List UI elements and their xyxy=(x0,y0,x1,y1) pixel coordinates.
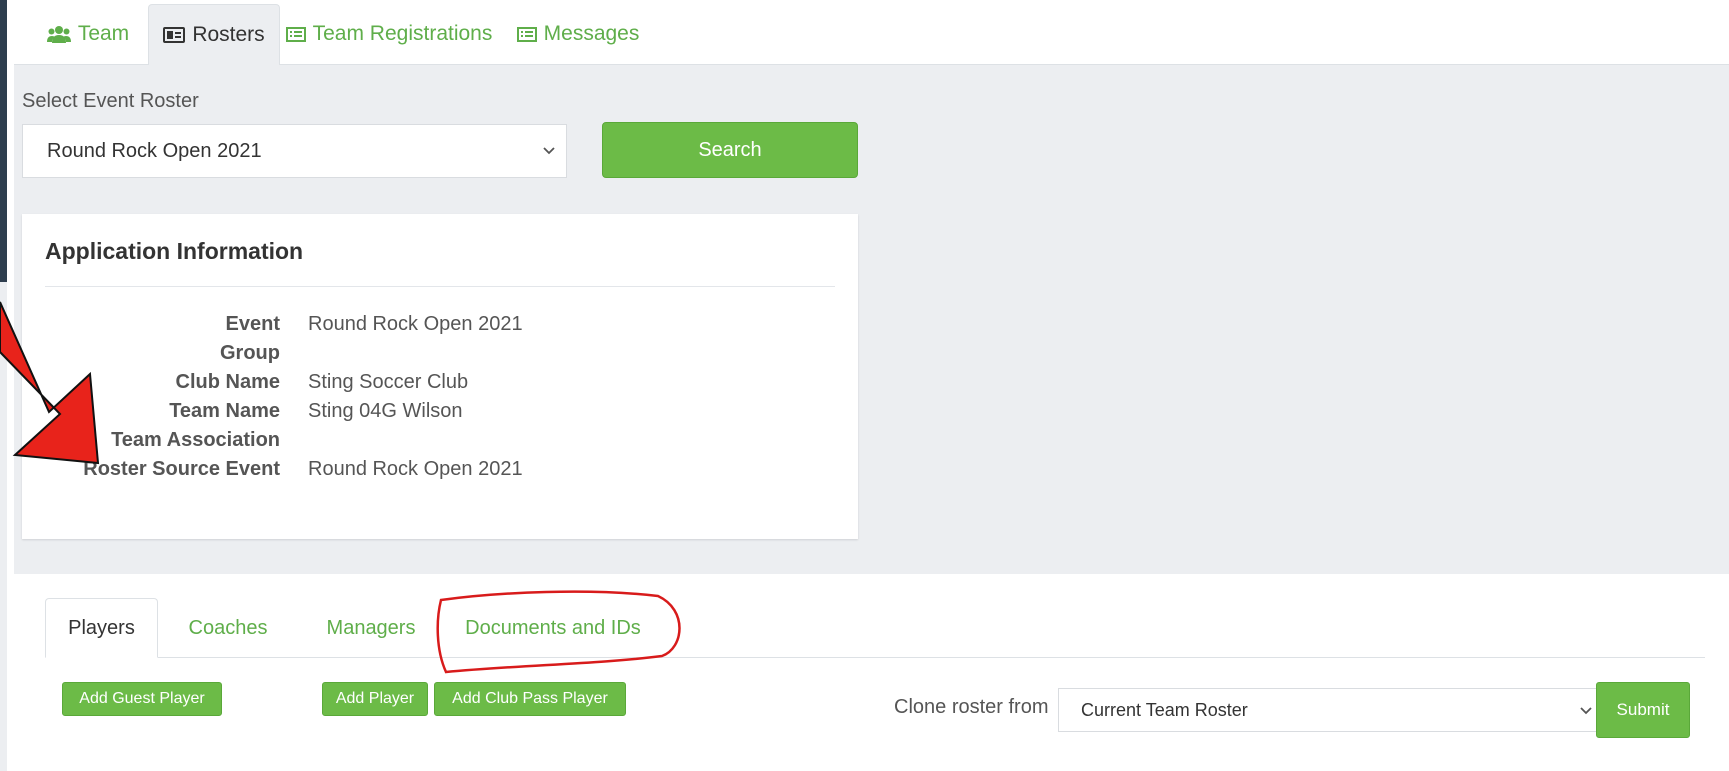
users-icon xyxy=(46,25,71,43)
tab-team-registrations-label: Team Registrations xyxy=(312,22,493,45)
tab-team[interactable]: Team xyxy=(32,4,144,64)
info-row-club-name: Club Name Sting Soccer Club xyxy=(22,371,858,400)
clone-roster-select[interactable]: Current Team Roster xyxy=(1058,688,1604,732)
tab-managers[interactable]: Managers xyxy=(304,598,438,658)
info-row-event: Event Round Rock Open 2021 xyxy=(22,313,858,342)
clone-roster-selected: Current Team Roster xyxy=(1081,699,1248,720)
tab-players[interactable]: Players xyxy=(45,598,158,658)
info-row-roster-source-event: Roster Source Event Round Rock Open 2021 xyxy=(22,458,858,487)
info-row-team-name: Team Name Sting 04G Wilson xyxy=(22,400,858,429)
list-icon xyxy=(516,26,537,42)
clone-roster-label: Clone roster from xyxy=(894,696,1049,718)
add-club-pass-player-button[interactable]: Add Club Pass Player xyxy=(434,682,626,716)
add-guest-player-button[interactable]: Add Guest Player xyxy=(62,682,222,716)
chevron-down-icon xyxy=(1577,701,1595,724)
search-button[interactable]: Search xyxy=(602,122,858,178)
tab-team-label: Team xyxy=(77,22,130,45)
info-label: Team Association xyxy=(111,429,280,451)
info-label: Group xyxy=(220,342,280,364)
event-roster-select[interactable]: Round Rock Open 2021 xyxy=(22,124,567,178)
info-label: Event xyxy=(225,313,280,335)
info-label: Roster Source Event xyxy=(83,458,280,480)
info-row-group: Group xyxy=(22,342,858,371)
tab-team-registrations[interactable]: Team Registrations xyxy=(284,4,494,64)
info-label: Team Name xyxy=(169,400,280,422)
add-player-button[interactable]: Add Player xyxy=(322,682,428,716)
tab-coaches[interactable]: Coaches xyxy=(164,598,292,658)
sidebar-edge xyxy=(0,0,7,282)
tab-rosters[interactable]: Rosters xyxy=(148,4,280,65)
info-value: Sting 04G Wilson xyxy=(308,400,463,422)
submit-button[interactable]: Submit xyxy=(1596,682,1690,738)
info-label: Club Name xyxy=(175,371,280,393)
list-icon xyxy=(285,26,306,42)
info-value: Round Rock Open 2021 xyxy=(308,313,523,335)
info-row-team-association: Team Association xyxy=(22,429,858,458)
select-event-roster-label: Select Event Roster xyxy=(22,90,199,112)
application-info-title: Application Information xyxy=(45,238,304,264)
event-roster-selected: Round Rock Open 2021 xyxy=(47,139,262,162)
application-info-card: Application Information Event Round Rock… xyxy=(22,214,858,539)
id-card-icon xyxy=(163,27,186,43)
top-tab-bar: Team Rosters Team Registrations Messages xyxy=(14,0,1729,65)
divider xyxy=(45,657,1705,658)
tab-rosters-label: Rosters xyxy=(192,23,265,46)
info-value: Sting Soccer Club xyxy=(308,371,469,393)
tab-messages-label: Messages xyxy=(543,22,640,45)
sidebar-gap xyxy=(7,0,14,771)
roster-panel: Players Coaches Managers Documents and I… xyxy=(14,574,1729,771)
tab-messages[interactable]: Messages xyxy=(510,4,646,64)
chevron-down-icon xyxy=(540,141,558,165)
tab-documents-and-ids[interactable]: Documents and IDs xyxy=(448,598,658,658)
info-value: Round Rock Open 2021 xyxy=(308,458,523,480)
divider xyxy=(45,286,835,287)
